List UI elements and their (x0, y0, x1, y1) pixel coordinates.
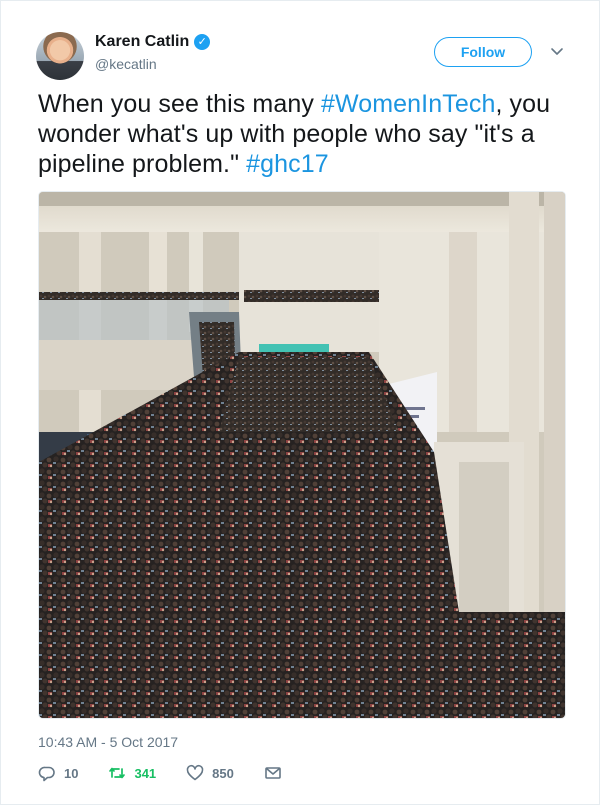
hashtag-link[interactable]: #ghc17 (246, 150, 329, 178)
like-count: 850 (212, 765, 234, 781)
retweet-button[interactable]: 341 (108, 764, 156, 782)
retweet-count: 341 (134, 765, 157, 781)
direct-message-icon (265, 767, 281, 779)
like-icon (186, 764, 204, 781)
tweet-card: Karen Catlin ✓ @kecatlin Follow When you… (0, 0, 600, 805)
author-handle[interactable]: @kecatlin (95, 56, 157, 72)
author-display-name[interactable]: Karen Catlin (95, 33, 189, 51)
reply-count: 10 (64, 765, 79, 781)
tweet-timestamp[interactable]: 10:43 AM - 5 Oct 2017 (38, 734, 178, 750)
like-button[interactable]: 850 (186, 764, 234, 782)
verified-badge-icon: ✓ (194, 34, 211, 50)
tweet-actions: 10 341 850 (38, 764, 312, 782)
direct-message-button[interactable] (264, 764, 282, 782)
crowd-photo-illustration (39, 192, 565, 718)
tweet-text-part: When you see this many (38, 90, 321, 118)
follow-button[interactable]: Follow (434, 37, 532, 67)
tweet-photo[interactable] (38, 191, 566, 719)
reply-icon (38, 766, 55, 782)
chevron-down-icon[interactable] (549, 43, 565, 59)
tweet-text: When you see this many #WomenInTech, you… (38, 89, 578, 179)
hashtag-link[interactable]: #WomenInTech (321, 90, 495, 118)
reply-button[interactable]: 10 (38, 764, 78, 782)
author-name-row[interactable]: Karen Catlin ✓ (95, 33, 211, 51)
avatar[interactable] (36, 32, 84, 80)
retweet-icon (109, 767, 126, 779)
